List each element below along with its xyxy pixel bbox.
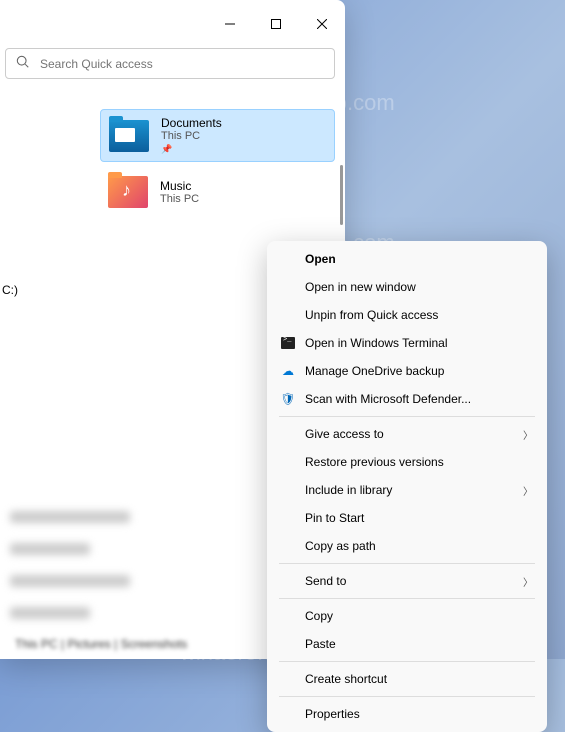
menu-properties[interactable]: Properties: [271, 700, 543, 728]
menu-copy-path[interactable]: Copy as path: [271, 532, 543, 560]
menu-copy[interactable]: Copy: [271, 602, 543, 630]
menu-separator: [279, 598, 535, 599]
folder-item-documents[interactable]: Documents This PC 📌: [100, 109, 335, 162]
menu-restore[interactable]: Restore previous versions: [271, 448, 543, 476]
menu-separator: [279, 696, 535, 697]
menu-separator: [279, 416, 535, 417]
folder-icon: [109, 120, 149, 152]
menu-separator: [279, 661, 535, 662]
menu-paste[interactable]: Paste: [271, 630, 543, 658]
blurred-content: [10, 511, 130, 619]
onedrive-icon: ☁: [279, 364, 297, 378]
search-box[interactable]: [5, 48, 335, 79]
pin-icon: 📌: [161, 144, 222, 155]
chevron-right-icon: 〉: [523, 427, 533, 442]
status-text: This PC | Pictures | Screenshots: [15, 637, 187, 651]
search-input[interactable]: [40, 57, 324, 71]
maximize-button[interactable]: [253, 8, 299, 40]
folder-item-music[interactable]: Music This PC: [100, 170, 335, 214]
search-icon: [16, 55, 30, 72]
item-location: This PC: [161, 130, 222, 142]
shield-icon: 🛡: [279, 392, 297, 406]
item-name: Documents: [161, 116, 222, 130]
menu-send-to[interactable]: Send to〉: [271, 567, 543, 595]
item-name: Music: [160, 179, 199, 193]
menu-pin-start[interactable]: Pin to Start: [271, 504, 543, 532]
menu-separator: [279, 563, 535, 564]
close-button[interactable]: [299, 8, 345, 40]
menu-onedrive[interactable]: ☁Manage OneDrive backup: [271, 357, 543, 385]
menu-terminal[interactable]: Open in Windows Terminal: [271, 329, 543, 357]
titlebar[interactable]: [0, 0, 345, 48]
chevron-right-icon: 〉: [523, 483, 533, 498]
drive-label: C:): [2, 283, 18, 297]
menu-create-shortcut[interactable]: Create shortcut: [271, 665, 543, 693]
menu-open-new-window[interactable]: Open in new window: [271, 273, 543, 301]
chevron-right-icon: 〉: [523, 574, 533, 589]
minimize-button[interactable]: [207, 8, 253, 40]
menu-include-library[interactable]: Include in library〉: [271, 476, 543, 504]
context-menu: Open Open in new window Unpin from Quick…: [267, 241, 547, 732]
folder-icon: [108, 176, 148, 208]
item-location: This PC: [160, 193, 199, 205]
menu-unpin[interactable]: Unpin from Quick access: [271, 301, 543, 329]
menu-give-access[interactable]: Give access to〉: [271, 420, 543, 448]
terminal-icon: [281, 337, 295, 349]
menu-open[interactable]: Open: [271, 245, 543, 273]
scrollbar[interactable]: [340, 165, 343, 225]
menu-defender[interactable]: 🛡Scan with Microsoft Defender...: [271, 385, 543, 413]
